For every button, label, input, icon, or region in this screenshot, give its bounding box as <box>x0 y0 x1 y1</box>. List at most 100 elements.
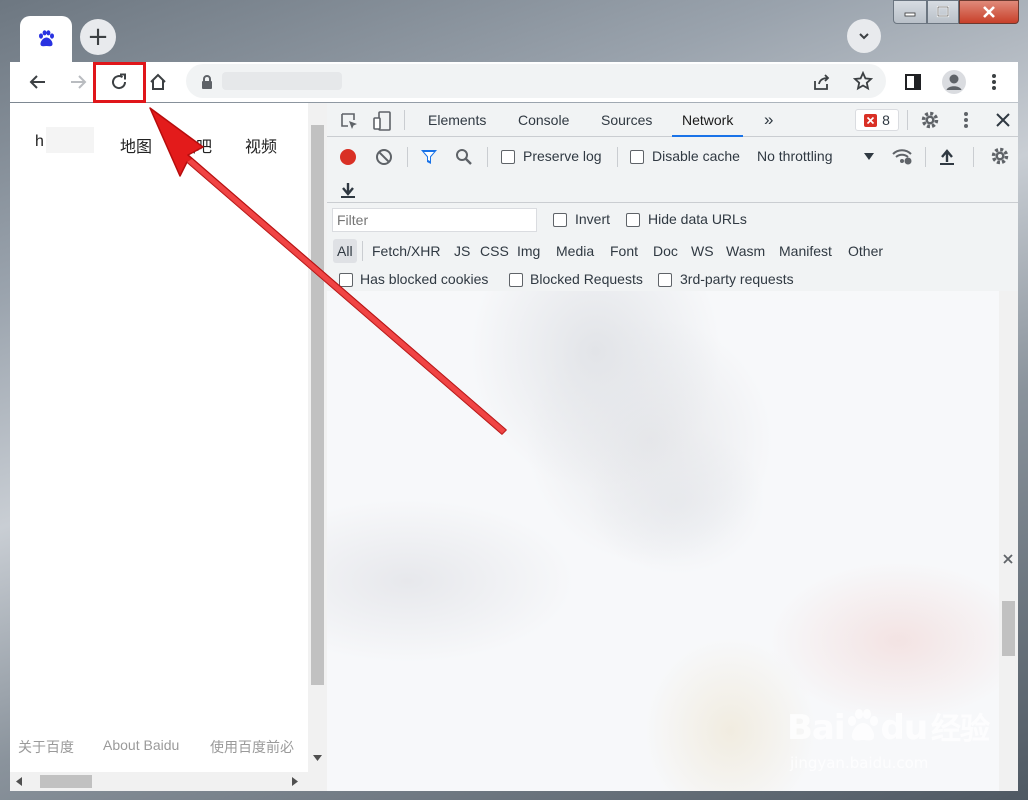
type-filter-js[interactable]: JS <box>454 239 470 263</box>
side-panel-button[interactable] <box>899 68 927 96</box>
address-bar[interactable] <box>186 64 886 98</box>
nav-item-map[interactable]: 地图 <box>120 133 152 157</box>
has-blocked-cookies-label: Has blocked cookies <box>360 271 489 287</box>
import-har-icon[interactable] <box>939 148 955 166</box>
browser-tab[interactable] <box>20 16 72 62</box>
type-filter-ws[interactable]: WS <box>691 239 714 263</box>
scroll-down-icon[interactable] <box>313 755 322 761</box>
disable-cache-label: Disable cache <box>652 148 740 164</box>
error-counter[interactable]: 8 <box>855 109 899 131</box>
page-horizontal-scrollbar[interactable] <box>10 772 308 791</box>
baidu-jingyan-watermark: Bai du 经验 jingyan.baidu.com <box>785 686 990 778</box>
gear-icon[interactable] <box>920 110 940 130</box>
nav-item-1[interactable]: h <box>35 133 44 151</box>
type-filter-img[interactable]: Img <box>517 239 540 263</box>
tab-search-button[interactable] <box>847 19 881 53</box>
profile-button[interactable] <box>940 68 968 96</box>
star-icon[interactable] <box>853 71 873 91</box>
separator <box>907 110 908 130</box>
watermark-brand: Bai <box>787 708 846 748</box>
forward-button[interactable] <box>64 68 92 96</box>
tab-elements[interactable]: Elements <box>428 103 486 137</box>
watermark-cn: 经验 <box>930 712 990 747</box>
scroll-right-icon[interactable] <box>292 777 298 786</box>
hide-data-urls-label: Hide data URLs <box>648 211 747 227</box>
close-window-button[interactable] <box>959 0 1019 24</box>
share-icon[interactable] <box>812 72 832 92</box>
filter-icon[interactable] <box>420 148 438 166</box>
more-tabs-button[interactable]: » <box>764 103 773 137</box>
maximize-button[interactable] <box>927 0 959 24</box>
scrollbar-thumb[interactable] <box>40 775 92 788</box>
minimize-button[interactable] <box>893 0 927 24</box>
clear-icon[interactable] <box>375 148 393 166</box>
url-text-redacted <box>222 72 342 90</box>
back-arrow-icon <box>29 75 45 89</box>
footer-terms[interactable]: 使用百度前必 <box>210 737 294 757</box>
error-count: 8 <box>882 112 890 128</box>
type-filter-other[interactable]: Other <box>848 239 883 263</box>
blocked-requests-checkbox[interactable] <box>509 273 523 287</box>
nav-redacted <box>46 127 94 153</box>
record-icon[interactable] <box>339 148 357 166</box>
separator <box>407 147 408 167</box>
error-icon <box>864 113 878 127</box>
inspect-element-icon[interactable] <box>339 111 359 131</box>
dropdown-arrow-icon[interactable] <box>864 153 874 160</box>
page-viewport: h 地图 贴吧 视频 关于百度 About Baidu 使用百度前必 <box>10 103 308 791</box>
kebab-menu-icon <box>992 74 996 90</box>
device-toolbar-icon[interactable] <box>372 110 392 132</box>
type-filter-all[interactable]: All <box>333 239 357 263</box>
invert-checkbox[interactable] <box>553 213 567 227</box>
kebab-menu-icon[interactable] <box>963 111 969 129</box>
profile-icon <box>942 70 966 94</box>
tab-console[interactable]: Console <box>518 103 569 137</box>
new-tab-button[interactable]: + <box>80 19 116 55</box>
export-har-icon[interactable] <box>340 181 356 199</box>
paw-watermark-icon <box>847 709 878 741</box>
nav-item-tieba[interactable]: 贴吧 <box>180 133 212 157</box>
network-conditions-icon[interactable] <box>891 147 913 165</box>
has-blocked-cookies-checkbox[interactable] <box>339 273 353 287</box>
lock-icon <box>202 75 212 89</box>
type-filter-font[interactable]: Font <box>610 239 638 263</box>
footer-about-en[interactable]: About Baidu <box>103 737 179 753</box>
type-filter-wasm[interactable]: Wasm <box>726 239 765 263</box>
page-vertical-scrollbar[interactable] <box>308 103 327 791</box>
preserve-log-checkbox[interactable] <box>501 150 515 164</box>
tab-network[interactable]: Network <box>672 103 744 137</box>
home-button[interactable] <box>144 68 172 96</box>
disable-cache-checkbox[interactable] <box>630 150 644 164</box>
scrollbar-thumb[interactable] <box>1002 601 1015 656</box>
baidu-paw-icon <box>39 30 54 47</box>
search-icon[interactable] <box>455 148 473 166</box>
nav-item-video[interactable]: 视频 <box>245 133 277 157</box>
home-icon <box>150 73 166 90</box>
tab-sources[interactable]: Sources <box>601 103 652 137</box>
type-filter-manifest[interactable]: Manifest <box>779 239 832 263</box>
type-filter-doc[interactable]: Doc <box>653 239 678 263</box>
minimize-icon <box>904 12 916 17</box>
back-button[interactable] <box>24 68 52 96</box>
close-icon[interactable] <box>1002 553 1014 565</box>
blocked-requests-label: Blocked Requests <box>530 271 643 287</box>
hide-data-urls-checkbox[interactable] <box>626 213 640 227</box>
footer-about-cn[interactable]: 关于百度 <box>18 737 74 757</box>
gear-icon[interactable] <box>990 146 1010 166</box>
chevron-down-icon <box>859 33 869 40</box>
devtools-tab-bar: Elements Console Sources Network » 8 <box>327 103 1018 137</box>
scroll-left-icon[interactable] <box>16 777 22 786</box>
preserve-log-label: Preserve log <box>523 148 602 164</box>
close-icon[interactable] <box>995 112 1011 128</box>
type-filter-css[interactable]: CSS <box>480 239 509 263</box>
separator <box>617 147 618 167</box>
type-filter-media[interactable]: Media <box>556 239 594 263</box>
third-party-checkbox[interactable] <box>658 273 672 287</box>
devtools-scrollbar[interactable] <box>999 291 1018 791</box>
filter-input[interactable] <box>332 208 537 232</box>
type-filter-fetch[interactable]: Fetch/XHR <box>372 239 440 263</box>
throttling-select[interactable]: No throttling <box>757 148 832 164</box>
separator <box>487 147 488 167</box>
browser-menu-button[interactable] <box>980 68 1008 96</box>
scrollbar-thumb[interactable] <box>311 125 324 685</box>
